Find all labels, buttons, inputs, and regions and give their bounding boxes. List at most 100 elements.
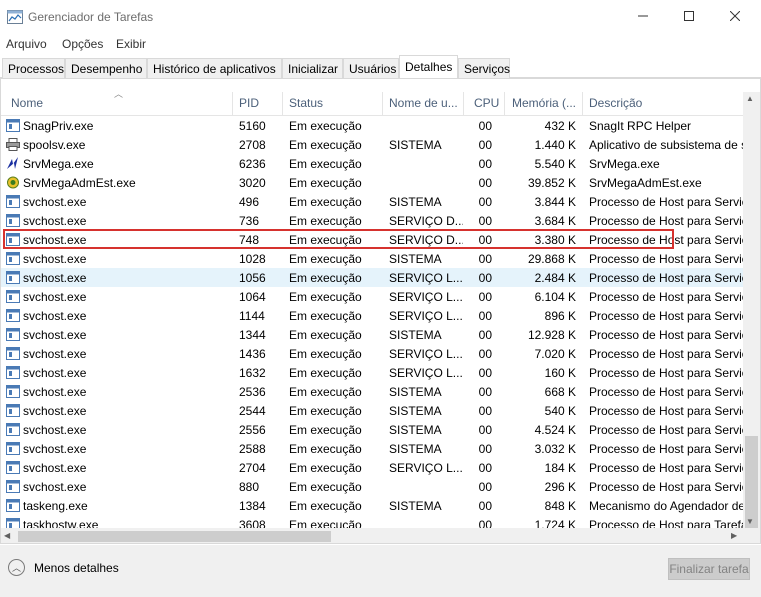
table-row[interactable]: svchost.exe 880 Em execução 00 296 K Processo… bbox=[1, 477, 743, 496]
service-host-icon bbox=[6, 347, 20, 360]
cell-status: Em execução bbox=[289, 214, 362, 228]
column-header-name[interactable]: Nome bbox=[11, 96, 231, 110]
menu-exibir[interactable]: Exibir bbox=[116, 37, 146, 51]
footer: ︿ Menos detalhes Finalizar tarefa bbox=[0, 545, 761, 597]
table-row[interactable]: svchost.exe 736 Em execução SERVIÇO D... 00 3… bbox=[1, 211, 743, 230]
cell-description: Processo de Host para Serviço bbox=[589, 271, 743, 285]
tab-detalhes[interactable]: Detalhes bbox=[399, 55, 458, 79]
process-details-table: ︿ Nome PID Status Nome de u... CPU Memór… bbox=[0, 78, 761, 544]
cell-name: SnagPriv.exe bbox=[23, 119, 94, 133]
service-host-icon bbox=[6, 290, 20, 303]
tab-historico[interactable]: Histórico de aplicativos bbox=[147, 58, 282, 78]
cell-pid: 1144 bbox=[239, 309, 265, 323]
column-header-cpu[interactable]: CPU bbox=[474, 96, 504, 110]
table-row[interactable]: svchost.exe 2544 Em execução SISTEMA 00 540 K… bbox=[1, 401, 743, 420]
table-header: ︿ Nome PID Status Nome de u... CPU Memór… bbox=[1, 79, 743, 116]
table-row[interactable]: svchost.exe 1028 Em execução SISTEMA 00 29.86… bbox=[1, 249, 743, 268]
table-row[interactable]: SnagPriv.exe 5160 Em execução 00 432 K SnagIt… bbox=[1, 116, 743, 135]
cell-description: Mecanismo do Agendador de bbox=[589, 499, 743, 513]
table-row[interactable]: svchost.exe 2536 Em execução SISTEMA 00 668 K… bbox=[1, 382, 743, 401]
vertical-scrollbar[interactable]: ▲ ▼ bbox=[743, 92, 760, 530]
menu-arquivo[interactable]: Arquivo bbox=[6, 37, 47, 51]
cell-status: Em execução bbox=[289, 271, 362, 285]
column-header-memory[interactable]: Memória (... bbox=[512, 96, 582, 110]
tab-inicializar[interactable]: Inicializar bbox=[282, 58, 343, 78]
table-row[interactable]: svchost.exe 1632 Em execução SERVIÇO L... 00… bbox=[1, 363, 743, 382]
scroll-up-icon[interactable]: ▲ bbox=[746, 94, 754, 103]
cell-cpu: 00 bbox=[478, 195, 492, 209]
horizontal-scroll-thumb[interactable] bbox=[18, 531, 331, 542]
cell-name: svchost.exe bbox=[23, 442, 87, 456]
table-row[interactable]: svchost.exe 1436 Em execução SERVIÇO L... 00… bbox=[1, 344, 743, 363]
cell-cpu: 00 bbox=[478, 290, 492, 304]
table-row[interactable]: taskhostw.exe 3608 Em execução 00 1.724 K Pro… bbox=[1, 515, 743, 528]
table-row[interactable]: svchost.exe 748 Em execução SERVIÇO D... 00 3… bbox=[1, 230, 743, 249]
menu-opcoes[interactable]: Opções bbox=[62, 37, 103, 51]
tab-servicos[interactable]: Serviços bbox=[458, 58, 510, 78]
scroll-left-icon[interactable]: ◀ bbox=[4, 531, 10, 540]
cell-memory: 1.440 K bbox=[534, 138, 576, 152]
cell-name: svchost.exe bbox=[23, 366, 87, 380]
cell-description: Processo de Host para Serviço bbox=[589, 252, 743, 266]
cell-description: Processo de Host para Serviço bbox=[589, 366, 743, 380]
table-row[interactable]: svchost.exe 1064 Em execução SERVIÇO L... 00… bbox=[1, 287, 743, 306]
table-body: SnagPriv.exe 5160 Em execução 00 432 K SnagIt… bbox=[1, 116, 743, 528]
column-header-status[interactable]: Status bbox=[289, 96, 381, 110]
cell-name: svchost.exe bbox=[23, 214, 87, 228]
table-row[interactable]: svchost.exe 2588 Em execução SISTEMA 00 3.032… bbox=[1, 439, 743, 458]
table-row[interactable]: SrvMegaAdmEst.exe 3020 Em execução 00 39.852… bbox=[1, 173, 743, 192]
cell-status: Em execução bbox=[289, 347, 362, 361]
service-host-icon bbox=[6, 461, 20, 474]
table-row[interactable]: svchost.exe 496 Em execução SISTEMA 00 3.844 … bbox=[1, 192, 743, 211]
cell-user: SERVIÇO L... bbox=[389, 461, 463, 475]
minimize-button[interactable] bbox=[620, 0, 665, 32]
column-header-pid[interactable]: PID bbox=[239, 96, 281, 110]
cell-status: Em execução bbox=[289, 423, 362, 437]
table-row[interactable]: svchost.exe 2556 Em execução SISTEMA 00 4.524… bbox=[1, 420, 743, 439]
cell-name: SrvMega.exe bbox=[23, 157, 94, 171]
cell-pid: 3020 bbox=[239, 176, 266, 190]
tab-usuarios[interactable]: Usuários bbox=[343, 58, 399, 78]
column-header-description[interactable]: Descrição bbox=[589, 96, 739, 110]
task-manager-icon bbox=[7, 10, 23, 24]
end-task-button[interactable]: Finalizar tarefa bbox=[668, 558, 750, 580]
cell-pid: 2556 bbox=[239, 423, 266, 437]
tab-desempenho[interactable]: Desempenho bbox=[65, 58, 147, 78]
horizontal-scrollbar[interactable]: ◀ ▶ bbox=[1, 528, 743, 543]
tab-processos[interactable]: Processos bbox=[2, 58, 65, 78]
cell-status: Em execução bbox=[289, 157, 362, 171]
cell-name: svchost.exe bbox=[23, 328, 87, 342]
less-details-button[interactable]: ︿ Menos detalhes bbox=[8, 559, 119, 576]
vertical-scroll-thumb[interactable] bbox=[745, 436, 758, 530]
maximize-button[interactable] bbox=[666, 0, 711, 32]
table-row[interactable]: spoolsv.exe 2708 Em execução SISTEMA 00 1.440… bbox=[1, 135, 743, 154]
scroll-right-icon[interactable]: ▶ bbox=[731, 531, 737, 540]
cell-cpu: 00 bbox=[478, 480, 492, 494]
service-host-icon bbox=[6, 271, 20, 284]
cell-description: Processo de Host para Serviço bbox=[589, 385, 743, 399]
table-row[interactable]: svchost.exe 1144 Em execução SERVIÇO L... 00… bbox=[1, 306, 743, 325]
table-row[interactable]: svchost.exe 1056 Em execução SERVIÇO L... 00… bbox=[1, 268, 743, 287]
cell-description: Processo de Host para Serviço bbox=[589, 461, 743, 475]
cell-pid: 6236 bbox=[239, 157, 266, 171]
cell-name: taskhostw.exe bbox=[23, 518, 99, 528]
cell-memory: 668 K bbox=[544, 385, 576, 399]
cell-cpu: 00 bbox=[478, 138, 492, 152]
table-row[interactable]: SrvMega.exe 6236 Em execução 00 5.540 K SrvMe… bbox=[1, 154, 743, 173]
cell-cpu: 00 bbox=[478, 176, 492, 190]
cell-status: Em execução bbox=[289, 309, 362, 323]
table-row[interactable]: svchost.exe 1344 Em execução SISTEMA 00 12.92… bbox=[1, 325, 743, 344]
table-row[interactable]: taskeng.exe 1384 Em execução SISTEMA 00 848 K… bbox=[1, 496, 743, 515]
cell-status: Em execução bbox=[289, 252, 362, 266]
close-button[interactable] bbox=[712, 0, 757, 32]
column-header-user[interactable]: Nome de u... bbox=[389, 96, 463, 110]
less-details-label: Menos detalhes bbox=[34, 560, 119, 575]
table-row[interactable]: svchost.exe 2704 Em execução SERVIÇO L... 00… bbox=[1, 458, 743, 477]
cell-description: Processo de Host para Serviço bbox=[589, 328, 743, 342]
cell-memory: 3.844 K bbox=[534, 195, 576, 209]
cell-description: SrvMegaAdmEst.exe bbox=[589, 176, 702, 190]
cell-status: Em execução bbox=[289, 119, 362, 133]
cell-name: spoolsv.exe bbox=[23, 138, 86, 152]
cell-pid: 2536 bbox=[239, 385, 266, 399]
scroll-down-icon[interactable]: ▼ bbox=[746, 517, 754, 526]
